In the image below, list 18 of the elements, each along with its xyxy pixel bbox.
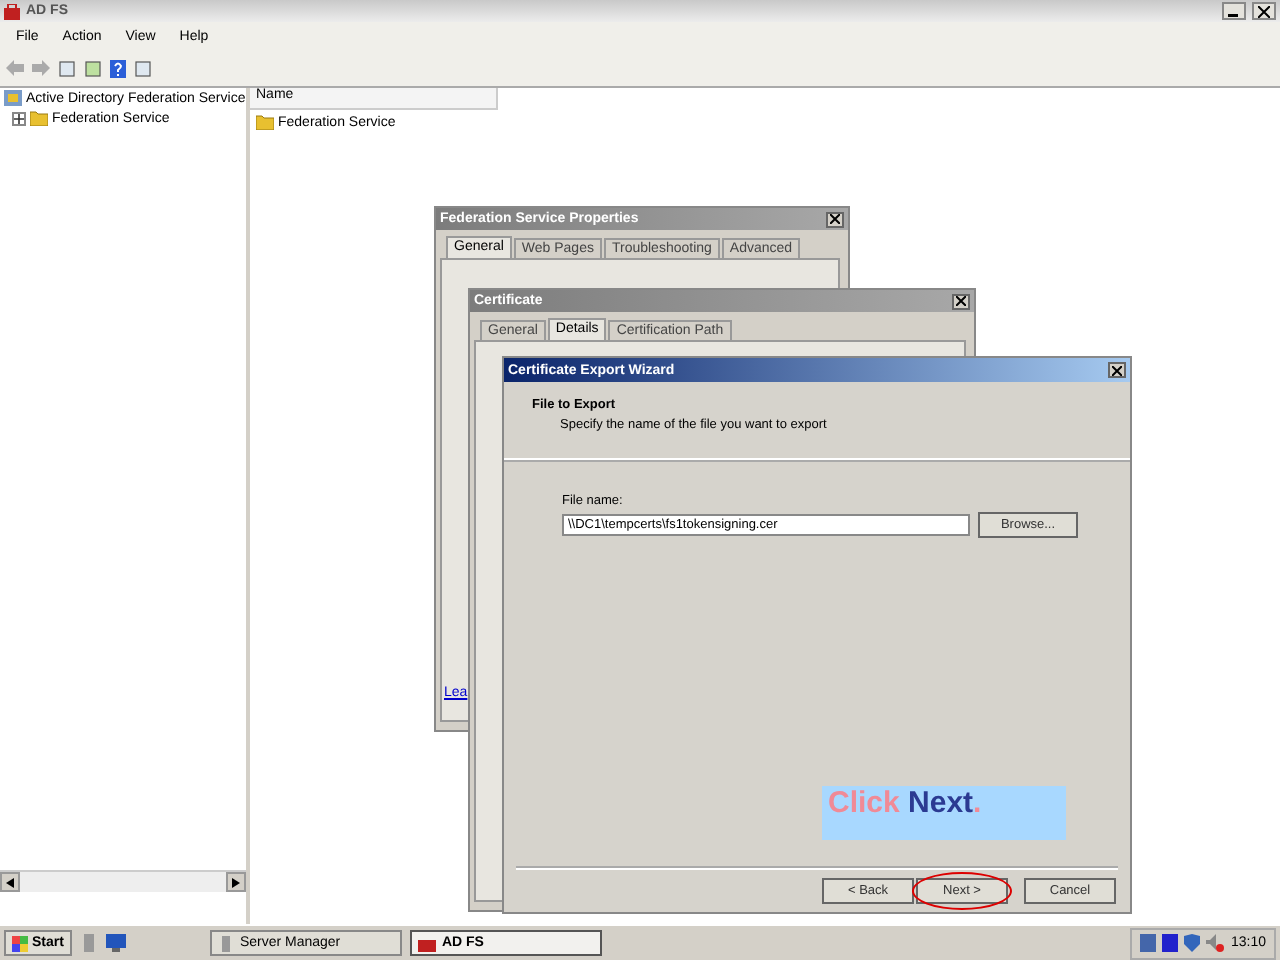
scroll-left-icon[interactable] (6, 877, 14, 887)
muted-speaker-icon[interactable] (1206, 934, 1225, 952)
close-button[interactable] (1252, 2, 1276, 20)
app-icon (4, 3, 20, 19)
callout: Click Next. (822, 786, 1066, 840)
shield-icon[interactable] (1184, 934, 1201, 952)
briefcase-icon (417, 935, 436, 951)
expand-toggle[interactable] (12, 111, 26, 125)
help-icon[interactable] (110, 59, 126, 77)
close-button[interactable] (826, 211, 844, 227)
windows-logo-icon (12, 935, 28, 951)
close-button[interactable] (952, 293, 970, 309)
folder-icon (256, 114, 274, 130)
horizontal-scrollbar[interactable] (0, 870, 246, 892)
scroll-right-icon[interactable] (232, 877, 240, 887)
minimize-button[interactable] (1222, 2, 1246, 20)
close-button[interactable] (1108, 362, 1126, 378)
folder-icon (30, 110, 48, 126)
